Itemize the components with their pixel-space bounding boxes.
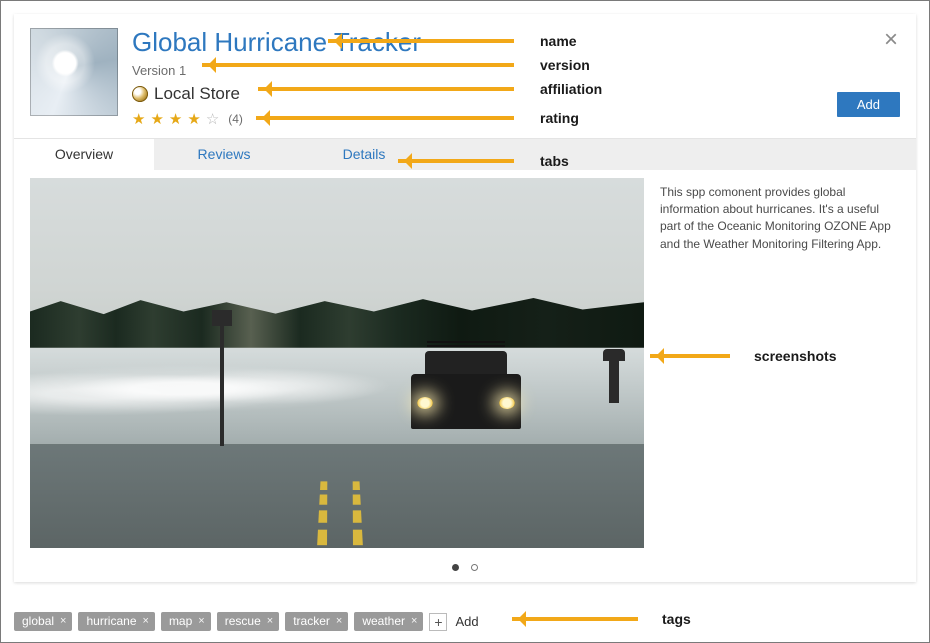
tag-label: tracker [293, 614, 330, 628]
tab-reviews[interactable]: Reviews [154, 139, 294, 170]
store-icon [132, 86, 148, 102]
star-icon: ★ [169, 110, 183, 128]
tag-remove-icon[interactable]: × [336, 615, 342, 627]
tag-chip[interactable]: tracker × [285, 612, 348, 631]
tag-add-button[interactable]: + [429, 613, 447, 631]
star-icon: ★ [150, 110, 164, 128]
tag-chip[interactable]: global × [14, 612, 72, 631]
affiliation-label: Local Store [154, 84, 240, 104]
tab-overview[interactable]: Overview [14, 139, 154, 170]
rating[interactable]: ★ ★ ★ ★ ☆ (4) [132, 110, 900, 128]
listing-affiliation[interactable]: Local Store [132, 84, 900, 104]
add-button[interactable]: Add [837, 92, 900, 117]
screenshot-pager [14, 548, 916, 582]
tag-chip[interactable]: rescue × [217, 612, 279, 631]
tag-chip[interactable]: weather × [354, 612, 423, 631]
tabs: Overview Reviews Details [14, 138, 916, 170]
rating-count: (4) [228, 112, 243, 126]
tag-label: map [169, 614, 192, 628]
tag-chip[interactable]: hurricane × [78, 612, 154, 631]
star-icon: ★ [187, 110, 201, 128]
listing-dialog: × Global Hurricane Tracker Version 1 Loc… [14, 14, 916, 582]
tag-label: global [22, 614, 54, 628]
tag-label: hurricane [86, 614, 136, 628]
tag-remove-icon[interactable]: × [267, 615, 273, 627]
star-empty-icon: ☆ [206, 110, 220, 128]
tag-chip[interactable]: map × [161, 612, 211, 631]
tag-remove-icon[interactable]: × [143, 615, 149, 627]
tag-remove-icon[interactable]: × [411, 615, 417, 627]
screenshot-image[interactable] [30, 178, 644, 548]
tag-add-label: Add [455, 614, 478, 629]
tag-remove-icon[interactable]: × [60, 615, 66, 627]
listing-thumbnail [30, 28, 118, 116]
tag-label: rescue [225, 614, 261, 628]
pager-dot[interactable] [471, 564, 478, 571]
listing-title[interactable]: Global Hurricane Tracker [132, 28, 900, 57]
listing-version: Version 1 [132, 63, 900, 78]
listing-description: This spp comonent provides global inform… [660, 178, 900, 548]
star-icon: ★ [132, 110, 146, 128]
tag-label: weather [362, 614, 405, 628]
tag-remove-icon[interactable]: × [198, 615, 204, 627]
tab-details[interactable]: Details [294, 139, 434, 170]
tags-row: global × hurricane × map × rescue × tracker ×… [14, 612, 479, 631]
listing-header: Global Hurricane Tracker Version 1 Local… [14, 14, 916, 138]
pager-dot-active[interactable] [452, 564, 459, 571]
